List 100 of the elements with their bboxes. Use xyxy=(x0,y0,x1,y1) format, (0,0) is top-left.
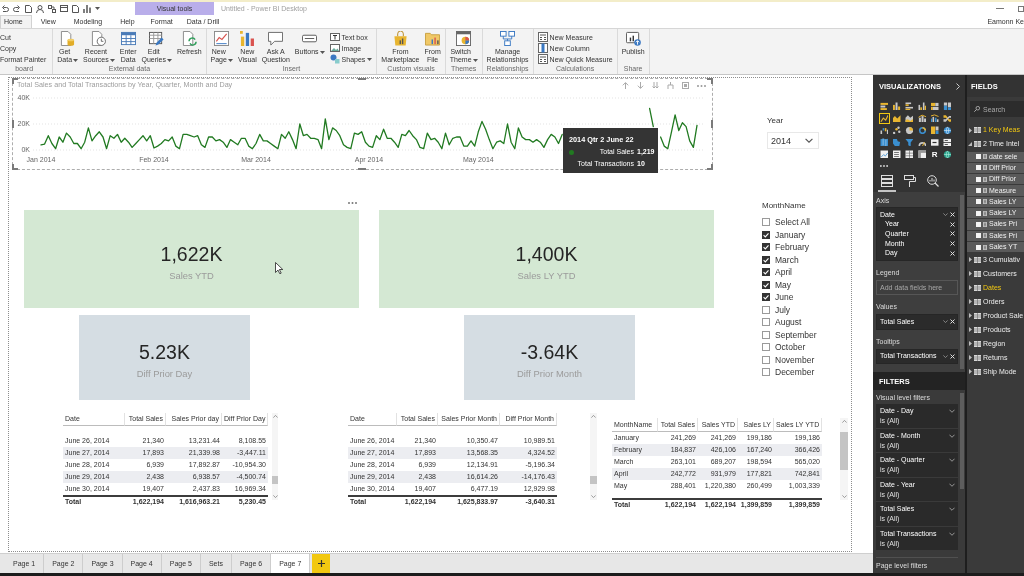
year-dropdown[interactable]: 2014 xyxy=(767,132,819,149)
slicer-item-label[interactable]: Select All xyxy=(775,217,810,228)
scatter-chart-icon[interactable] xyxy=(891,124,903,136)
checkbox[interactable] xyxy=(762,368,770,377)
resize-handle[interactable] xyxy=(12,78,18,84)
slicer-item-label[interactable]: January xyxy=(775,229,806,240)
network-icon[interactable] xyxy=(48,4,56,13)
add-page-button[interactable] xyxy=(312,554,331,573)
stacked-column-chart-icon[interactable] xyxy=(941,100,953,112)
donut-chart-icon[interactable] xyxy=(916,124,928,136)
chevron-right-icon[interactable] xyxy=(956,82,960,90)
chevron-down-icon[interactable] xyxy=(949,433,955,438)
checkbox[interactable] xyxy=(762,305,770,314)
slicer-item-label[interactable]: June xyxy=(775,292,794,303)
chevron-down-icon[interactable] xyxy=(949,409,955,413)
table-grid-icon[interactable] xyxy=(904,148,915,160)
slicer-icon[interactable] xyxy=(891,148,903,160)
resize-handle[interactable] xyxy=(358,78,366,80)
checkbox[interactable] xyxy=(976,244,981,250)
r-visual-button[interactable]: R xyxy=(929,148,941,160)
resize-handle[interactable] xyxy=(12,164,18,170)
slicer-item-label[interactable]: July xyxy=(775,304,791,315)
slicer-item-label[interactable]: April xyxy=(775,267,792,278)
slicer-item-label[interactable]: February xyxy=(775,242,809,253)
stacked-bar-chart-icon[interactable] xyxy=(929,100,941,112)
checkbox[interactable] xyxy=(976,188,981,194)
close-icon[interactable] xyxy=(950,221,955,227)
caret-down-icon[interactable] xyxy=(968,142,972,146)
line-column-chart-icon[interactable] xyxy=(916,112,928,124)
close-icon[interactable] xyxy=(950,250,955,256)
window-icon[interactable] xyxy=(60,5,68,12)
chevron-down-icon[interactable] xyxy=(949,531,955,536)
treemap-icon[interactable] xyxy=(929,124,941,136)
column-chart-icon[interactable] xyxy=(891,100,903,112)
line-column-chart-icon[interactable] xyxy=(929,112,941,124)
slicer-item-label[interactable]: March xyxy=(775,254,799,265)
close-icon[interactable] xyxy=(950,319,955,325)
checkbox[interactable] xyxy=(976,165,981,171)
scrollbar-thumb[interactable] xyxy=(960,393,964,489)
resize-handle[interactable] xyxy=(711,120,713,128)
checkbox[interactable] xyxy=(762,268,770,277)
horizontal-bar-chart-icon[interactable] xyxy=(878,100,890,112)
document-icon[interactable] xyxy=(25,4,32,13)
checkbox[interactable] xyxy=(762,230,770,239)
column-chart-icon[interactable] xyxy=(916,100,928,112)
checkbox[interactable] xyxy=(976,176,981,182)
checkbox[interactable] xyxy=(762,330,770,339)
slicer-item-label[interactable]: October xyxy=(775,342,806,353)
globe-icon[interactable] xyxy=(941,148,953,160)
resize-handle[interactable] xyxy=(707,78,713,84)
maximize-icon[interactable] xyxy=(1018,5,1024,12)
resize-handle[interactable] xyxy=(358,168,366,170)
document-icon[interactable] xyxy=(72,4,79,13)
checkbox[interactable] xyxy=(762,343,770,352)
chevron-down-icon[interactable] xyxy=(949,458,955,462)
checkbox[interactable] xyxy=(762,280,770,289)
close-icon[interactable] xyxy=(950,212,955,218)
checkbox[interactable] xyxy=(762,318,770,327)
scrollbar-thumb[interactable] xyxy=(272,476,278,484)
person-icon[interactable] xyxy=(36,4,44,13)
kpi-icon[interactable] xyxy=(878,148,890,160)
ribbon-chart-icon[interactable] xyxy=(941,112,953,124)
slicer-item-label[interactable]: December xyxy=(775,367,815,378)
horizontal-bar-chart-icon[interactable] xyxy=(904,100,915,112)
checkbox[interactable] xyxy=(976,199,981,205)
checkbox[interactable] xyxy=(762,293,770,302)
scrollbar[interactable] xyxy=(272,413,278,500)
checkbox[interactable] xyxy=(762,218,770,227)
chevron-down-icon[interactable] xyxy=(943,213,948,217)
area-chart-icon[interactable] xyxy=(891,112,903,124)
resize-handle[interactable] xyxy=(707,164,713,170)
globe-icon[interactable] xyxy=(941,124,953,136)
slicer-item-label[interactable]: November xyxy=(775,354,815,365)
pie-chart-icon[interactable] xyxy=(904,124,915,136)
slicer-item-label[interactable]: September xyxy=(775,329,817,340)
close-icon[interactable] xyxy=(950,241,955,247)
bar-chart-icon[interactable] xyxy=(83,4,91,13)
checkbox[interactable] xyxy=(762,243,770,252)
slicer-item-label[interactable]: August xyxy=(775,317,802,328)
chevron-down-icon[interactable] xyxy=(949,507,955,511)
chevron-down-icon[interactable] xyxy=(943,320,948,324)
checkbox[interactable] xyxy=(976,233,981,239)
chevron-down-icon[interactable] xyxy=(949,482,955,487)
scrollbar-thumb[interactable] xyxy=(960,195,964,369)
scrollbar[interactable] xyxy=(590,413,597,500)
caret-down-icon[interactable] xyxy=(95,7,100,10)
redo-icon[interactable] xyxy=(13,5,21,12)
undo-icon[interactable] xyxy=(1,5,9,12)
scrollbar-thumb[interactable] xyxy=(840,432,848,470)
checkbox[interactable] xyxy=(976,210,981,216)
card-icon[interactable] xyxy=(929,136,941,148)
map-icon[interactable] xyxy=(878,136,890,148)
checkbox[interactable] xyxy=(762,255,770,264)
slicer-item-label[interactable]: May xyxy=(775,279,792,290)
multi-row-card-icon[interactable] xyxy=(941,136,953,148)
checkbox[interactable] xyxy=(976,221,981,227)
close-icon[interactable] xyxy=(950,353,955,359)
resize-handle[interactable] xyxy=(12,120,14,128)
checkbox[interactable] xyxy=(762,355,770,364)
funnel-icon[interactable] xyxy=(904,136,915,148)
